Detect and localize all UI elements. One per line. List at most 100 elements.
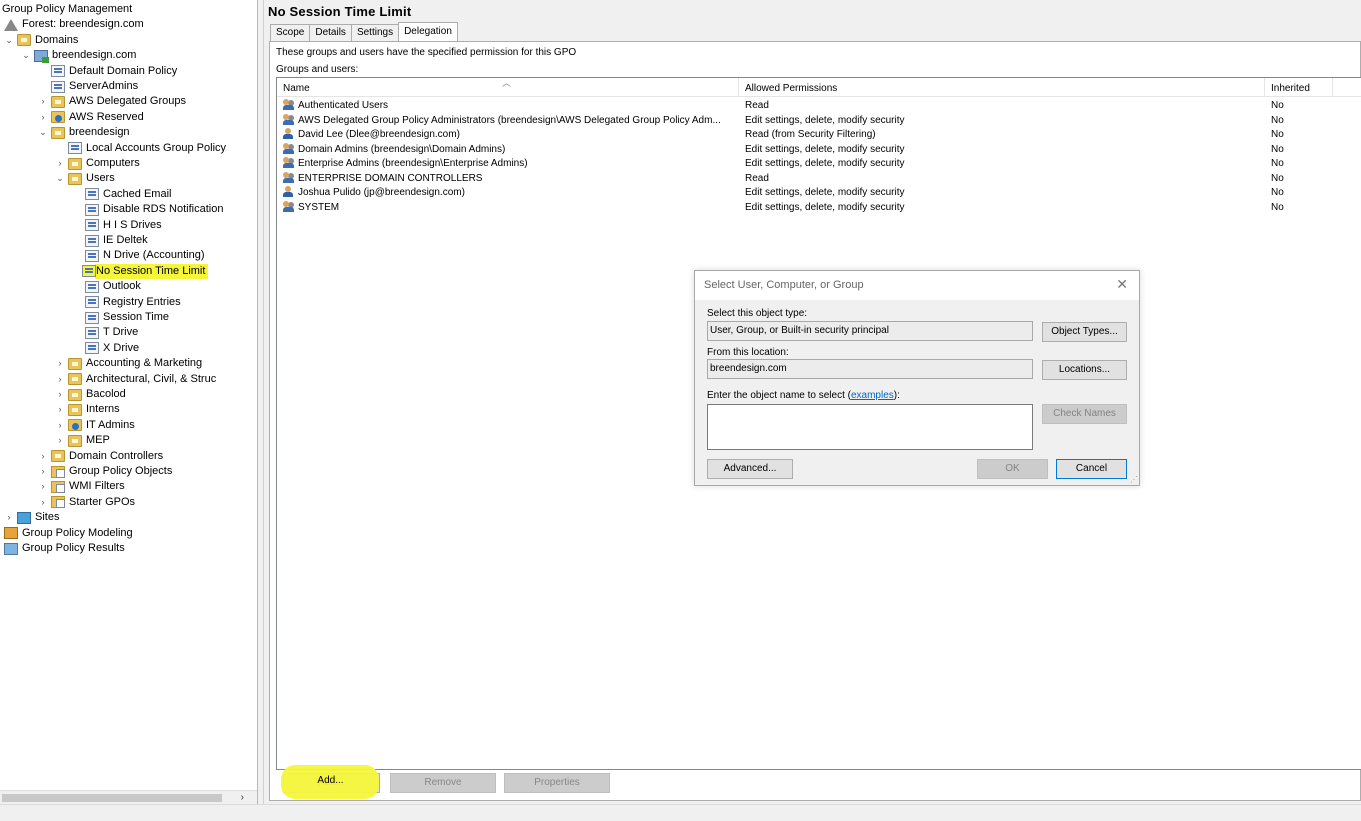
chevron-right-icon[interactable]: › — [38, 495, 48, 510]
tree-item[interactable]: ⌄ breendesign — [38, 125, 130, 140]
tree-item[interactable]: › IT Admins — [55, 418, 135, 433]
tree-item[interactable]: Group Policy Results — [4, 541, 125, 556]
tree-item[interactable]: N Drive (Accounting) — [72, 248, 204, 263]
principal-name: Domain Admins (breendesign\Domain Admins… — [298, 143, 506, 155]
chevron-right-icon[interactable]: › — [4, 510, 14, 525]
tree-item[interactable]: › Architectural, Civil, & Struc — [55, 372, 216, 387]
tree-item[interactable]: Local Accounts Group Policy — [55, 141, 226, 156]
tree-item[interactable]: X Drive — [72, 341, 139, 356]
chevron-right-icon[interactable]: › — [55, 356, 65, 371]
tree-item[interactable]: Outlook — [72, 279, 141, 294]
table-row[interactable]: SYSTEM Edit settings, delete, modify secu… — [277, 200, 1361, 216]
properties-button[interactable]: Properties — [504, 773, 610, 793]
tree-item[interactable]: ⌄ breendesign.com — [21, 48, 136, 63]
locations-button[interactable]: Locations... — [1042, 360, 1127, 380]
chevron-right-icon[interactable]: › — [55, 433, 65, 448]
tree-item[interactable]: › Sites — [4, 510, 59, 525]
tree-item[interactable]: Disable RDS Notification — [72, 202, 223, 217]
tree-item[interactable]: Cached Email — [72, 187, 171, 202]
tree-item[interactable]: › Accounting & Marketing — [55, 356, 202, 371]
tree-item[interactable]: H I S Drives — [72, 218, 162, 233]
tree-item[interactable]: › WMI Filters — [38, 479, 125, 494]
tree-item[interactable]: Default Domain Policy — [38, 64, 177, 79]
chevron-right-icon[interactable]: › — [55, 387, 65, 402]
tree-item[interactable]: › AWS Delegated Groups — [38, 94, 186, 109]
chevron-right-icon[interactable]: › — [55, 156, 65, 171]
chevron-down-icon[interactable]: ⌄ — [38, 125, 48, 140]
chevron-right-icon[interactable]: › — [38, 94, 48, 109]
tab-strip: Scope Details Settings Delegation — [270, 22, 458, 41]
tree-item[interactable]: Registry Entries — [72, 295, 181, 310]
tab-scope[interactable]: Scope — [270, 24, 311, 41]
ok-button[interactable]: OK — [977, 459, 1048, 479]
cell-name: Domain Admins (breendesign\Domain Admins… — [283, 142, 739, 157]
tree-item[interactable]: › AWS Reserved — [38, 110, 144, 125]
dialog-titlebar[interactable]: Select User, Computer, or Group ✕ — [695, 271, 1139, 300]
tree-item[interactable]: No Session Time Limit — [72, 263, 209, 279]
object-name-input[interactable] — [707, 404, 1033, 450]
cell-inherited: No — [1271, 172, 1284, 184]
column-header-inherited[interactable]: Inherited — [1265, 78, 1333, 97]
chevron-right-icon[interactable]: › — [38, 464, 48, 479]
chevron-right-icon[interactable]: › — [38, 479, 48, 494]
tree-item[interactable]: IE Deltek — [72, 233, 148, 248]
object-name-label-prefix: Enter the object name to select ( — [707, 390, 851, 401]
chevron-right-icon[interactable]: › — [38, 449, 48, 464]
chevron-right-icon[interactable]: › — [55, 372, 65, 387]
examples-link[interactable]: examples — [851, 390, 894, 401]
table-row[interactable]: Enterprise Admins (breendesign\Enterpris… — [277, 157, 1361, 172]
chevron-right-icon[interactable]: › — [55, 418, 65, 433]
gpo-title: No Session Time Limit — [268, 4, 412, 19]
chevron-down-icon[interactable]: ⌄ — [55, 171, 65, 186]
tree-item[interactable]: ⌄ Domains — [4, 33, 78, 48]
tree-item[interactable]: ⌄ Users — [55, 171, 115, 186]
table-row[interactable]: AWS Delegated Group Policy Administrator… — [277, 113, 1361, 129]
tree-item-label: Disable RDS Notification — [103, 203, 224, 216]
chevron-down-icon[interactable]: ⌄ — [4, 33, 14, 48]
scroll-right-icon[interactable]: › — [241, 791, 244, 804]
gpo-link-icon — [85, 219, 99, 232]
table-row[interactable]: Joshua Pulido (jp@breendesign.com) Edit s… — [277, 186, 1361, 201]
tree-item[interactable]: Session Time — [72, 310, 169, 325]
scrollbar-thumb[interactable] — [2, 794, 222, 802]
tree-item[interactable]: › Domain Controllers — [38, 449, 163, 464]
tab-delegation[interactable]: Delegation — [398, 22, 458, 41]
tree-item[interactable]: › Bacolod — [55, 387, 126, 402]
object-types-button[interactable]: Object Types... — [1042, 322, 1127, 342]
ou-folder-icon — [68, 157, 82, 170]
tab-settings[interactable]: Settings — [350, 24, 400, 41]
cancel-button[interactable]: Cancel — [1056, 459, 1127, 479]
tree-item[interactable]: Group Policy Management — [2, 2, 132, 17]
resize-grip-icon[interactable]: ⋰ — [1130, 475, 1138, 484]
table-row[interactable]: Domain Admins (breendesign\Domain Admins… — [277, 142, 1361, 158]
tree-item[interactable]: › MEP — [55, 433, 110, 448]
column-header-permissions[interactable]: Allowed Permissions — [739, 78, 1265, 97]
tab-details[interactable]: Details — [309, 24, 352, 41]
dialog-title: Select User, Computer, or Group — [704, 279, 864, 291]
tree-item[interactable]: T Drive — [72, 325, 138, 340]
tree-item-label: Default Domain Policy — [69, 64, 178, 77]
tree-item-label: Group Policy Management — [2, 3, 133, 15]
tree-item[interactable]: › Interns — [55, 402, 120, 417]
tree-item[interactable]: › Group Policy Objects — [38, 464, 172, 479]
chevron-right-icon[interactable]: › — [55, 402, 65, 417]
chevron-down-icon[interactable]: ⌄ — [21, 48, 31, 63]
check-names-button[interactable]: Check Names — [1042, 404, 1127, 424]
cell-name: AWS Delegated Group Policy Administrator… — [283, 113, 739, 128]
add-button-overlay-label[interactable]: Add... — [282, 772, 379, 792]
tree-item[interactable]: Forest: breendesign.com — [4, 17, 144, 32]
tree-item-label: MEP — [86, 434, 110, 447]
table-row[interactable]: ENTERPRISE DOMAIN CONTROLLERS Read No — [277, 171, 1361, 187]
remove-button[interactable]: Remove — [390, 773, 496, 793]
gpo-link-icon — [68, 142, 82, 155]
tree-item[interactable]: Group Policy Modeling — [4, 526, 133, 541]
table-row[interactable]: Authenticated Users Read No — [277, 99, 1361, 114]
tree-item[interactable]: ServerAdmins — [38, 79, 138, 94]
tree-item[interactable]: › Computers — [55, 156, 140, 171]
table-row[interactable]: David Lee (Dlee@breendesign.com) Read (fr… — [277, 128, 1361, 143]
chevron-right-icon[interactable]: › — [38, 110, 48, 125]
close-icon[interactable]: ✕ — [1116, 276, 1128, 293]
tree-item[interactable]: › Starter GPOs — [38, 495, 135, 510]
tree-horizontal-scrollbar[interactable]: › — [0, 790, 257, 804]
advanced-button[interactable]: Advanced... — [707, 459, 793, 479]
